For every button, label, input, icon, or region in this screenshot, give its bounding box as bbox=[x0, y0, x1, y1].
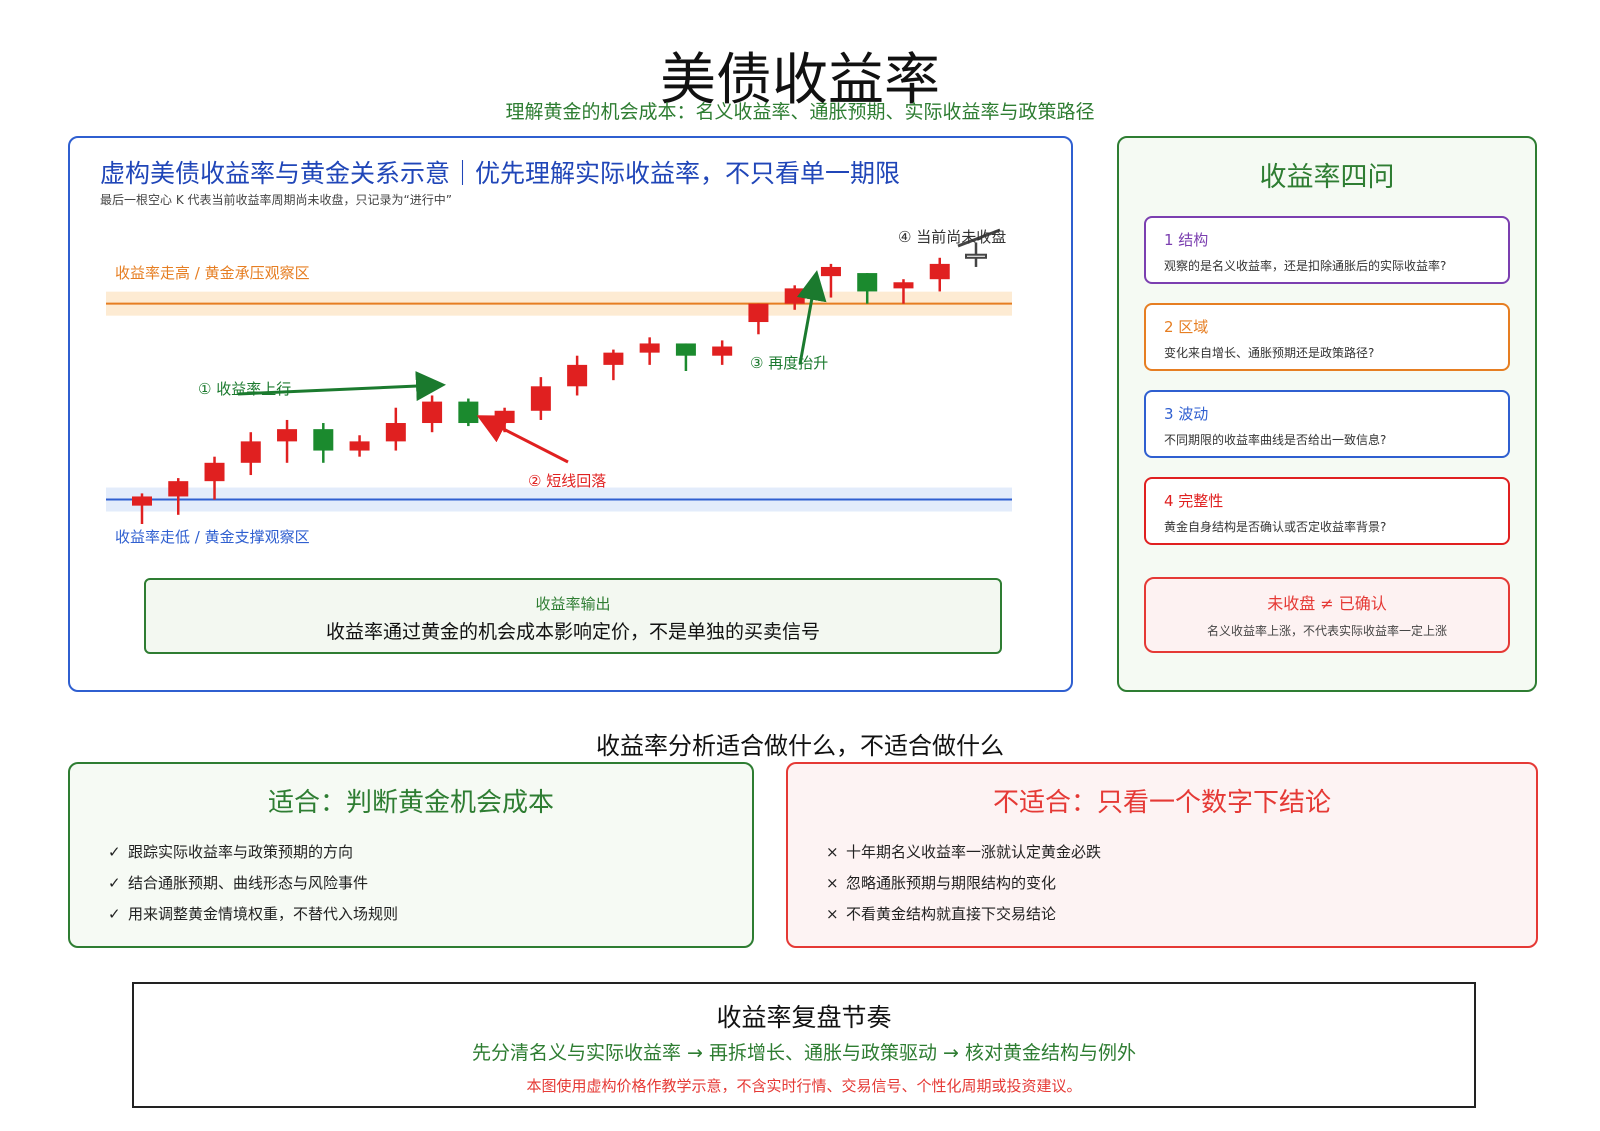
candle bbox=[422, 395, 443, 433]
candle bbox=[530, 377, 551, 420]
candle-body bbox=[857, 273, 878, 292]
question-body: 观察的是名义收益率，还是扣除通胀后的实际收益率? bbox=[1164, 259, 1447, 273]
candle-body bbox=[603, 352, 624, 365]
candle bbox=[240, 432, 261, 476]
candle bbox=[603, 349, 624, 381]
candle-body bbox=[277, 429, 298, 442]
candle-body bbox=[712, 346, 733, 356]
candle-body bbox=[893, 282, 914, 289]
annotation-current: ④ 当前尚未收盘 bbox=[898, 228, 1006, 246]
question-heading: 2 区域 bbox=[1164, 318, 1209, 336]
annotation-arrow-pullback bbox=[476, 415, 569, 464]
candle-body bbox=[567, 364, 588, 387]
candle-body bbox=[530, 386, 551, 411]
candle bbox=[385, 407, 406, 451]
fit-panel: 适合：判断黄金机会成本 ✓ 跟踪实际收益率与政策预期的方向 ✓ 结合通胀预期、曲线形… bbox=[68, 762, 754, 948]
fit-item: ✓ 结合通胀预期、曲线形态与风险事件 bbox=[108, 874, 369, 892]
check-icon: ✓ bbox=[108, 843, 121, 861]
unfit-panel: 不适合：只看一个数字下结论 × 十年期名义收益率一涨就认定黄金必跌 × 忽略通胀预期… bbox=[786, 762, 1538, 948]
candle-body bbox=[204, 462, 225, 482]
candle-body bbox=[458, 401, 479, 424]
unfit-item: × 十年期名义收益率一涨就认定黄金必跌 bbox=[826, 843, 1102, 861]
warning-title: 未收盘 ≠ 已确认 bbox=[1267, 594, 1387, 613]
fit-item: ✓ 跟踪实际收益率与政策预期的方向 bbox=[108, 843, 354, 861]
question-card-integrity: 4 完整性 黄金自身结构是否确认或否定收益率背景? bbox=[1144, 477, 1510, 545]
candle bbox=[313, 423, 334, 463]
candle-body bbox=[240, 441, 261, 463]
unfit-title: 不适合：只看一个数字下结论 bbox=[992, 788, 1331, 818]
cross-icon: × bbox=[826, 843, 839, 861]
cross-icon: × bbox=[826, 905, 839, 923]
candle bbox=[567, 355, 588, 396]
candle bbox=[675, 343, 696, 371]
check-icon: ✓ bbox=[108, 905, 121, 923]
candle bbox=[458, 398, 479, 427]
candle-body bbox=[494, 410, 515, 424]
review-flow: 先分清名义与实际收益率 → 再拆增长、通胀与政策驱动 → 核对黄金结构与例外 bbox=[472, 1042, 1136, 1064]
annotation-rise: ① 收益率上行 bbox=[198, 380, 291, 398]
candle-body bbox=[820, 266, 841, 277]
question-heading: 3 波动 bbox=[1164, 405, 1209, 423]
output-box: 收益率输出 收益率通过黄金的机会成本影响定价，不是单独的买卖信号 bbox=[144, 578, 1002, 654]
candle bbox=[712, 340, 733, 365]
questions-title: 收益率四问 bbox=[1259, 162, 1395, 193]
check-icon: ✓ bbox=[108, 874, 121, 892]
candle-body bbox=[385, 423, 406, 442]
fit-title: 适合：判断黄金机会成本 bbox=[267, 788, 554, 818]
candle bbox=[639, 337, 660, 365]
fit-item: ✓ 用来调整黄金情境权重，不替代入场规则 bbox=[108, 905, 399, 923]
candle-open bbox=[965, 242, 987, 267]
warning-text: 名义收益率上涨，不代表实际收益率一定上涨 bbox=[1206, 624, 1447, 638]
question-heading: 1 结构 bbox=[1164, 231, 1209, 249]
candle bbox=[748, 303, 769, 335]
annotation-pullback: ② 短线回落 bbox=[528, 472, 606, 490]
candle-body bbox=[748, 303, 769, 323]
review-disclaimer: 本图使用虚构价格作教学示意，不含实时行情、交易信号、个性化周期或投资建议。 bbox=[526, 1077, 1082, 1095]
review-title: 收益率复盘节奏 bbox=[716, 1003, 892, 1032]
unfit-item: × 不看黄金结构就直接下交易结论 bbox=[826, 905, 1057, 923]
candle-body bbox=[965, 253, 987, 259]
lower-zone-label: 收益率走低 / 黄金支撑观察区 bbox=[115, 528, 310, 546]
candle-body bbox=[349, 441, 370, 451]
candle-body bbox=[929, 263, 950, 280]
warning-card: 未收盘 ≠ 已确认 名义收益率上涨，不代表实际收益率一定上涨 bbox=[1144, 577, 1510, 653]
annotation-rerise: ③ 再度抬升 bbox=[750, 354, 828, 372]
candle-body bbox=[313, 429, 334, 451]
candle bbox=[349, 435, 370, 457]
upper-zone-label: 收益率走高 / 黄金承压观察区 bbox=[115, 264, 310, 282]
output-label: 收益率输出 bbox=[535, 595, 611, 613]
question-card-structure: 1 结构 观察的是名义收益率，还是扣除通胀后的实际收益率? bbox=[1144, 216, 1510, 284]
question-body: 不同期限的收益率曲线是否给出一致信息? bbox=[1164, 433, 1387, 447]
unfit-item: × 忽略通胀预期与期限结构的变化 bbox=[826, 874, 1057, 892]
question-heading: 4 完整性 bbox=[1164, 492, 1224, 510]
candle bbox=[929, 257, 950, 292]
question-body: 变化来自增长、通胀预期还是政策路径? bbox=[1164, 346, 1375, 360]
candle-body bbox=[422, 401, 443, 424]
candle-body bbox=[168, 481, 189, 497]
cross-icon: × bbox=[826, 874, 839, 892]
candle bbox=[277, 419, 298, 463]
candle-body bbox=[639, 343, 660, 353]
output-text: 收益率通过黄金的机会成本影响定价，不是单独的买卖信号 bbox=[325, 621, 820, 643]
section-heading: 收益率分析适合做什么，不适合做什么 bbox=[596, 732, 1004, 760]
question-card-volatility: 3 波动 不同期限的收益率曲线是否给出一致信息? bbox=[1144, 390, 1510, 458]
question-card-region: 2 区域 变化来自增长、通胀预期还是政策路径? bbox=[1144, 303, 1510, 371]
question-body: 黄金自身结构是否确认或否定收益率背景? bbox=[1164, 520, 1387, 534]
candle-body bbox=[132, 496, 152, 506]
candle-body bbox=[675, 343, 696, 356]
review-panel: 收益率复盘节奏 先分清名义与实际收益率 → 再拆增长、通胀与政策驱动 → 核对黄… bbox=[132, 982, 1476, 1108]
candle-body bbox=[784, 288, 805, 304]
